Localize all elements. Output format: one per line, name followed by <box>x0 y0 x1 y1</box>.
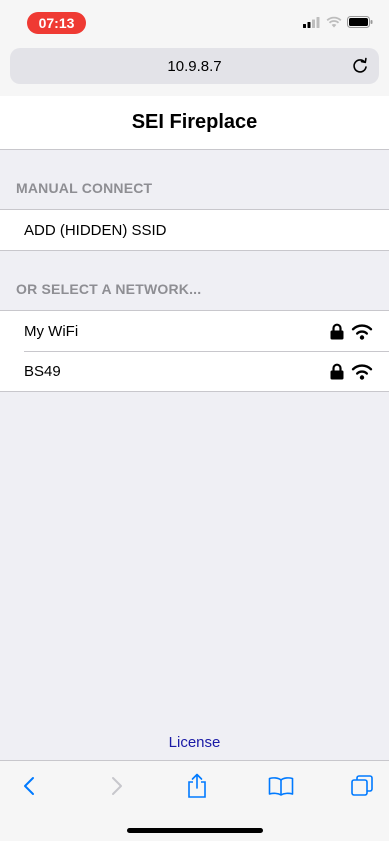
chevron-right-icon <box>112 777 122 795</box>
chevron-left-icon <box>24 777 34 795</box>
section-header-manual-connect: MANUAL CONNECT <box>16 180 153 196</box>
network-icons <box>330 363 373 380</box>
url-text[interactable]: 10.9.8.7 <box>10 48 379 84</box>
network-row-my-wifi[interactable]: My WiFi <box>0 311 389 351</box>
browser-toolbar <box>0 760 389 841</box>
network-row-bs49[interactable]: BS49 <box>0 351 389 391</box>
page-title: SEI Fireplace <box>131 111 258 133</box>
reload-icon[interactable] <box>351 57 369 75</box>
network-icons <box>330 323 373 340</box>
home-indicator <box>127 828 263 833</box>
manual-connect-list: ADD (HIDDEN) SSID <box>0 209 389 251</box>
signal-icon <box>303 16 320 28</box>
network-list: My WiFi BS49 <box>0 310 389 392</box>
wifi-status-icon <box>326 16 342 28</box>
wifi-icon <box>351 323 373 340</box>
address-bar[interactable]: 10.9.8.7 <box>10 48 379 84</box>
page-header: SEI Fireplace <box>0 96 389 150</box>
section-header-select-network: OR SELECT A NETWORK... <box>16 281 202 297</box>
status-time: 07:13 <box>27 12 86 34</box>
bookmarks-button[interactable] <box>266 771 296 801</box>
share-button[interactable] <box>182 771 212 801</box>
license-link[interactable]: License <box>0 734 389 751</box>
back-button[interactable] <box>14 771 44 801</box>
tabs-button[interactable] <box>347 771 377 801</box>
lock-icon <box>330 363 344 379</box>
tabs-icon <box>351 775 373 796</box>
browser-top-chrome: 07:13 10.9.8.7 <box>0 0 389 96</box>
network-name: BS49 <box>24 362 61 380</box>
status-bar: 07:13 <box>0 0 389 36</box>
row-label: ADD (HIDDEN) SSID <box>24 221 167 239</box>
network-name: My WiFi <box>24 322 79 340</box>
lock-icon <box>330 323 344 339</box>
status-icons <box>303 16 373 28</box>
book-icon <box>268 777 294 796</box>
share-icon <box>188 773 206 798</box>
battery-icon <box>347 16 373 28</box>
add-hidden-ssid-row[interactable]: ADD (HIDDEN) SSID <box>0 210 389 250</box>
wifi-icon <box>351 363 373 380</box>
forward-button[interactable] <box>102 771 132 801</box>
